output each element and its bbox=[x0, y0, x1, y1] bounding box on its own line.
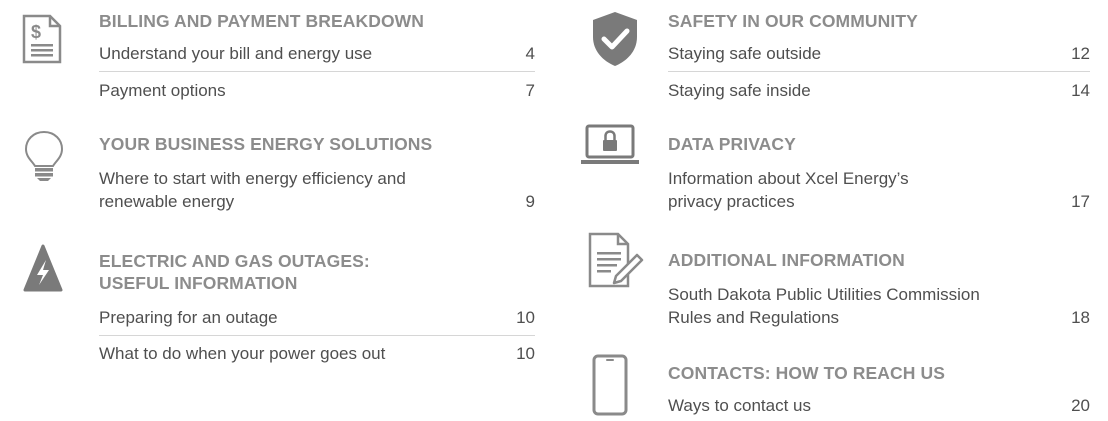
toc-entry-page: 10 bbox=[516, 308, 535, 327]
section-heading: SAFETY IN OUR COMMUNITY bbox=[668, 11, 918, 31]
phone-icon bbox=[592, 354, 628, 421]
section-heading: ELECTRIC AND GAS OUTAGES: USEFUL INFORMA… bbox=[99, 251, 370, 293]
toc-entry-page: 10 bbox=[516, 344, 535, 363]
shield-check-icon bbox=[590, 10, 640, 73]
toc-entry[interactable]: Ways to contact us 20 bbox=[668, 394, 1090, 417]
divider bbox=[668, 71, 1090, 72]
section-heading: DATA PRIVACY bbox=[668, 134, 796, 154]
toc-entry-page: 14 bbox=[1071, 81, 1090, 100]
divider bbox=[99, 71, 535, 72]
toc-entry[interactable]: Preparing for an outage 10 bbox=[99, 306, 535, 329]
toc-entry-page: 18 bbox=[1071, 308, 1090, 327]
toc-entry-label: Understand your bill and energy use bbox=[99, 44, 373, 63]
toc-entry-page: 9 bbox=[525, 192, 535, 211]
toc-entry[interactable]: Where to start with energy efficiency an… bbox=[99, 167, 535, 213]
toc-entry-label: Staying safe outside bbox=[668, 44, 822, 63]
toc-entry[interactable]: Information about Xcel Energy’s privacy … bbox=[668, 167, 1090, 213]
section-heading: ADDITIONAL INFORMATION bbox=[668, 250, 905, 270]
toc-entry-page: 4 bbox=[525, 44, 535, 63]
toc-entry-label: What to do when your power goes out bbox=[99, 344, 386, 363]
divider bbox=[99, 335, 535, 336]
toc-entry-label: Payment options bbox=[99, 81, 226, 100]
toc-entry-label: Staying safe inside bbox=[668, 81, 811, 100]
bill-icon: $ bbox=[22, 14, 62, 69]
toc-entry-label: Ways to contact us bbox=[668, 396, 811, 415]
toc-entry-label: Where to start with energy efficiency an… bbox=[99, 169, 406, 211]
lightning-icon bbox=[23, 244, 63, 299]
section-heading: CONTACTS: HOW TO REACH US bbox=[668, 363, 945, 383]
toc-entry[interactable]: What to do when your power goes out 10 bbox=[99, 342, 535, 365]
toc-entry-page: 17 bbox=[1071, 192, 1090, 211]
toc-entry-label: Information about Xcel Energy’s privacy … bbox=[668, 169, 909, 211]
toc-entry-page: 7 bbox=[525, 81, 535, 100]
laptop-lock-icon bbox=[580, 124, 640, 171]
toc-entry-label: Preparing for an outage bbox=[99, 308, 278, 327]
toc-entry[interactable]: Staying safe outside 12 bbox=[668, 42, 1090, 65]
toc-entry-label: South Dakota Public Utilities Commission… bbox=[668, 285, 980, 327]
section-heading: BILLING AND PAYMENT BREAKDOWN bbox=[99, 11, 425, 31]
toc-entry[interactable]: Understand your bill and energy use 4 bbox=[99, 42, 535, 65]
toc-entry[interactable]: Staying safe inside 14 bbox=[668, 79, 1090, 102]
toc-entry-page: 12 bbox=[1071, 44, 1090, 63]
toc-entry[interactable]: Payment options 7 bbox=[99, 79, 535, 102]
toc-entry[interactable]: South Dakota Public Utilities Commission… bbox=[668, 283, 1090, 329]
section-heading: YOUR BUSINESS ENERGY SOLUTIONS bbox=[99, 134, 433, 154]
lightbulb-icon bbox=[24, 130, 64, 187]
svg-text:$: $ bbox=[31, 22, 41, 42]
toc-entry-page: 20 bbox=[1071, 396, 1090, 415]
document-pen-icon bbox=[588, 232, 644, 293]
